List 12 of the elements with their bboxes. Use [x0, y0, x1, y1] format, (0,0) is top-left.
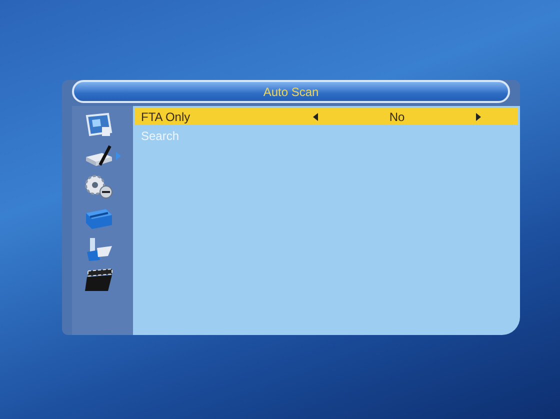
clapperboard-icon[interactable]: [84, 267, 114, 293]
menu-label: Search: [141, 128, 180, 142]
device-icon[interactable]: [84, 143, 114, 169]
window-icon[interactable]: [84, 112, 114, 138]
usb-icon[interactable]: [84, 236, 114, 262]
left-arrow-icon[interactable]: [313, 112, 318, 120]
menu-label: FTA Only: [141, 110, 192, 124]
gear-icon[interactable]: [84, 174, 114, 200]
window-title: Auto Scan: [263, 84, 319, 98]
option-value: No: [388, 110, 406, 124]
right-arrow-icon[interactable]: [476, 112, 481, 120]
menu-row[interactable]: FTA Only No: [135, 108, 518, 125]
